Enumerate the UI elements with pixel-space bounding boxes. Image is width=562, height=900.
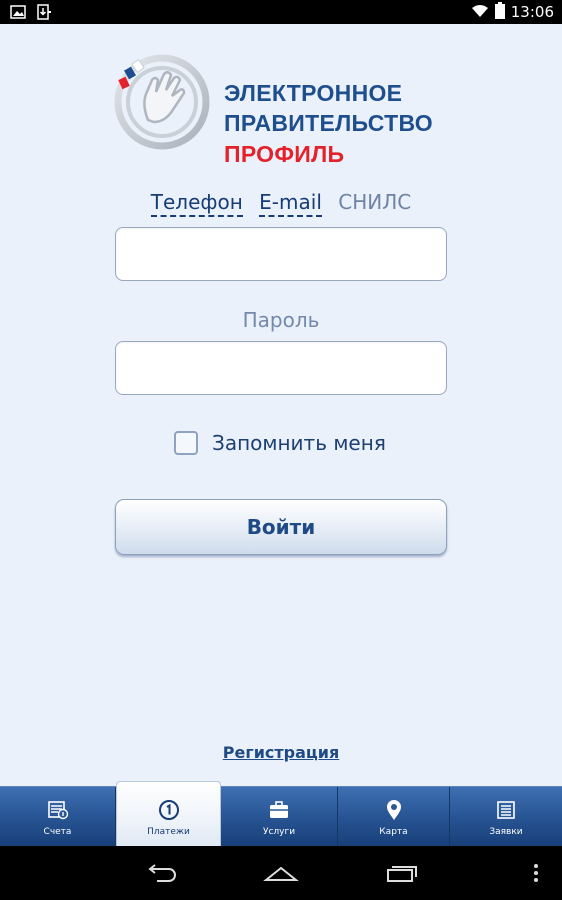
hand-emblem-icon <box>114 54 210 150</box>
recent-apps-icon[interactable] <box>382 860 422 886</box>
logo-text-line3: ПРОФИЛЬ <box>224 141 345 167</box>
tab-accounts[interactable]: Счета <box>0 787 116 847</box>
tab-label: Заявки <box>489 827 523 837</box>
password-label: Пароль <box>242 308 320 332</box>
login-type-phone[interactable]: Телефон <box>150 190 243 217</box>
password-input[interactable] <box>115 341 447 395</box>
login-type-email[interactable]: E-mail <box>259 190 322 217</box>
tab-map[interactable]: Карта <box>338 787 450 847</box>
login-type-selector: Телефон E-mail СНИЛС <box>0 190 562 217</box>
status-time: 13:06 <box>510 3 554 21</box>
briefcase-icon <box>268 799 290 821</box>
tab-label: Услуги <box>262 827 296 837</box>
login-screen: ЭЛЕКТРОННОЕ ПРАВИТЕЛЬСТВО ПРОФИЛЬ Телефо… <box>0 24 562 786</box>
logo-text-line2: ПРАВИТЕЛЬСТВО <box>224 110 434 136</box>
tab-payments[interactable]: Платежи <box>116 781 221 847</box>
logo-text-line1: ЭЛЕКТРОННОЕ <box>224 80 403 106</box>
payments-icon <box>158 799 180 821</box>
login-input[interactable] <box>115 227 447 281</box>
remember-me-checkbox[interactable] <box>174 431 198 455</box>
accounts-icon <box>47 799 69 821</box>
bottom-tab-bar: Счета Платежи Услуги Карта Заявки <box>0 781 562 847</box>
system-nav-bar <box>0 846 562 900</box>
back-icon[interactable] <box>142 860 182 886</box>
battery-icon <box>494 1 505 23</box>
wifi-icon <box>471 3 489 22</box>
logo: ЭЛЕКТРОННОЕ ПРАВИТЕЛЬСТВО ПРОФИЛЬ <box>112 50 452 167</box>
tab-services[interactable]: Услуги <box>221 787 338 847</box>
download-icon <box>36 4 52 24</box>
register-link[interactable]: Регистрация <box>0 743 562 762</box>
tab-label: Счета <box>43 827 72 837</box>
tab-label: Платежи <box>147 827 190 837</box>
login-type-snils[interactable]: СНИЛС <box>338 190 411 217</box>
image-icon <box>10 4 26 24</box>
more-icon[interactable] <box>524 860 548 886</box>
tab-label: Карта <box>379 827 408 837</box>
remember-me-row[interactable]: Запомнить меня <box>174 429 386 457</box>
login-button[interactable]: Войти <box>115 499 447 555</box>
map-pin-icon <box>383 799 405 821</box>
status-bar: 13:06 <box>0 0 562 24</box>
home-icon[interactable] <box>261 860 301 886</box>
list-icon <box>495 799 517 821</box>
remember-me-label: Запомнить меня <box>212 431 386 455</box>
tab-requests[interactable]: Заявки <box>450 787 562 847</box>
